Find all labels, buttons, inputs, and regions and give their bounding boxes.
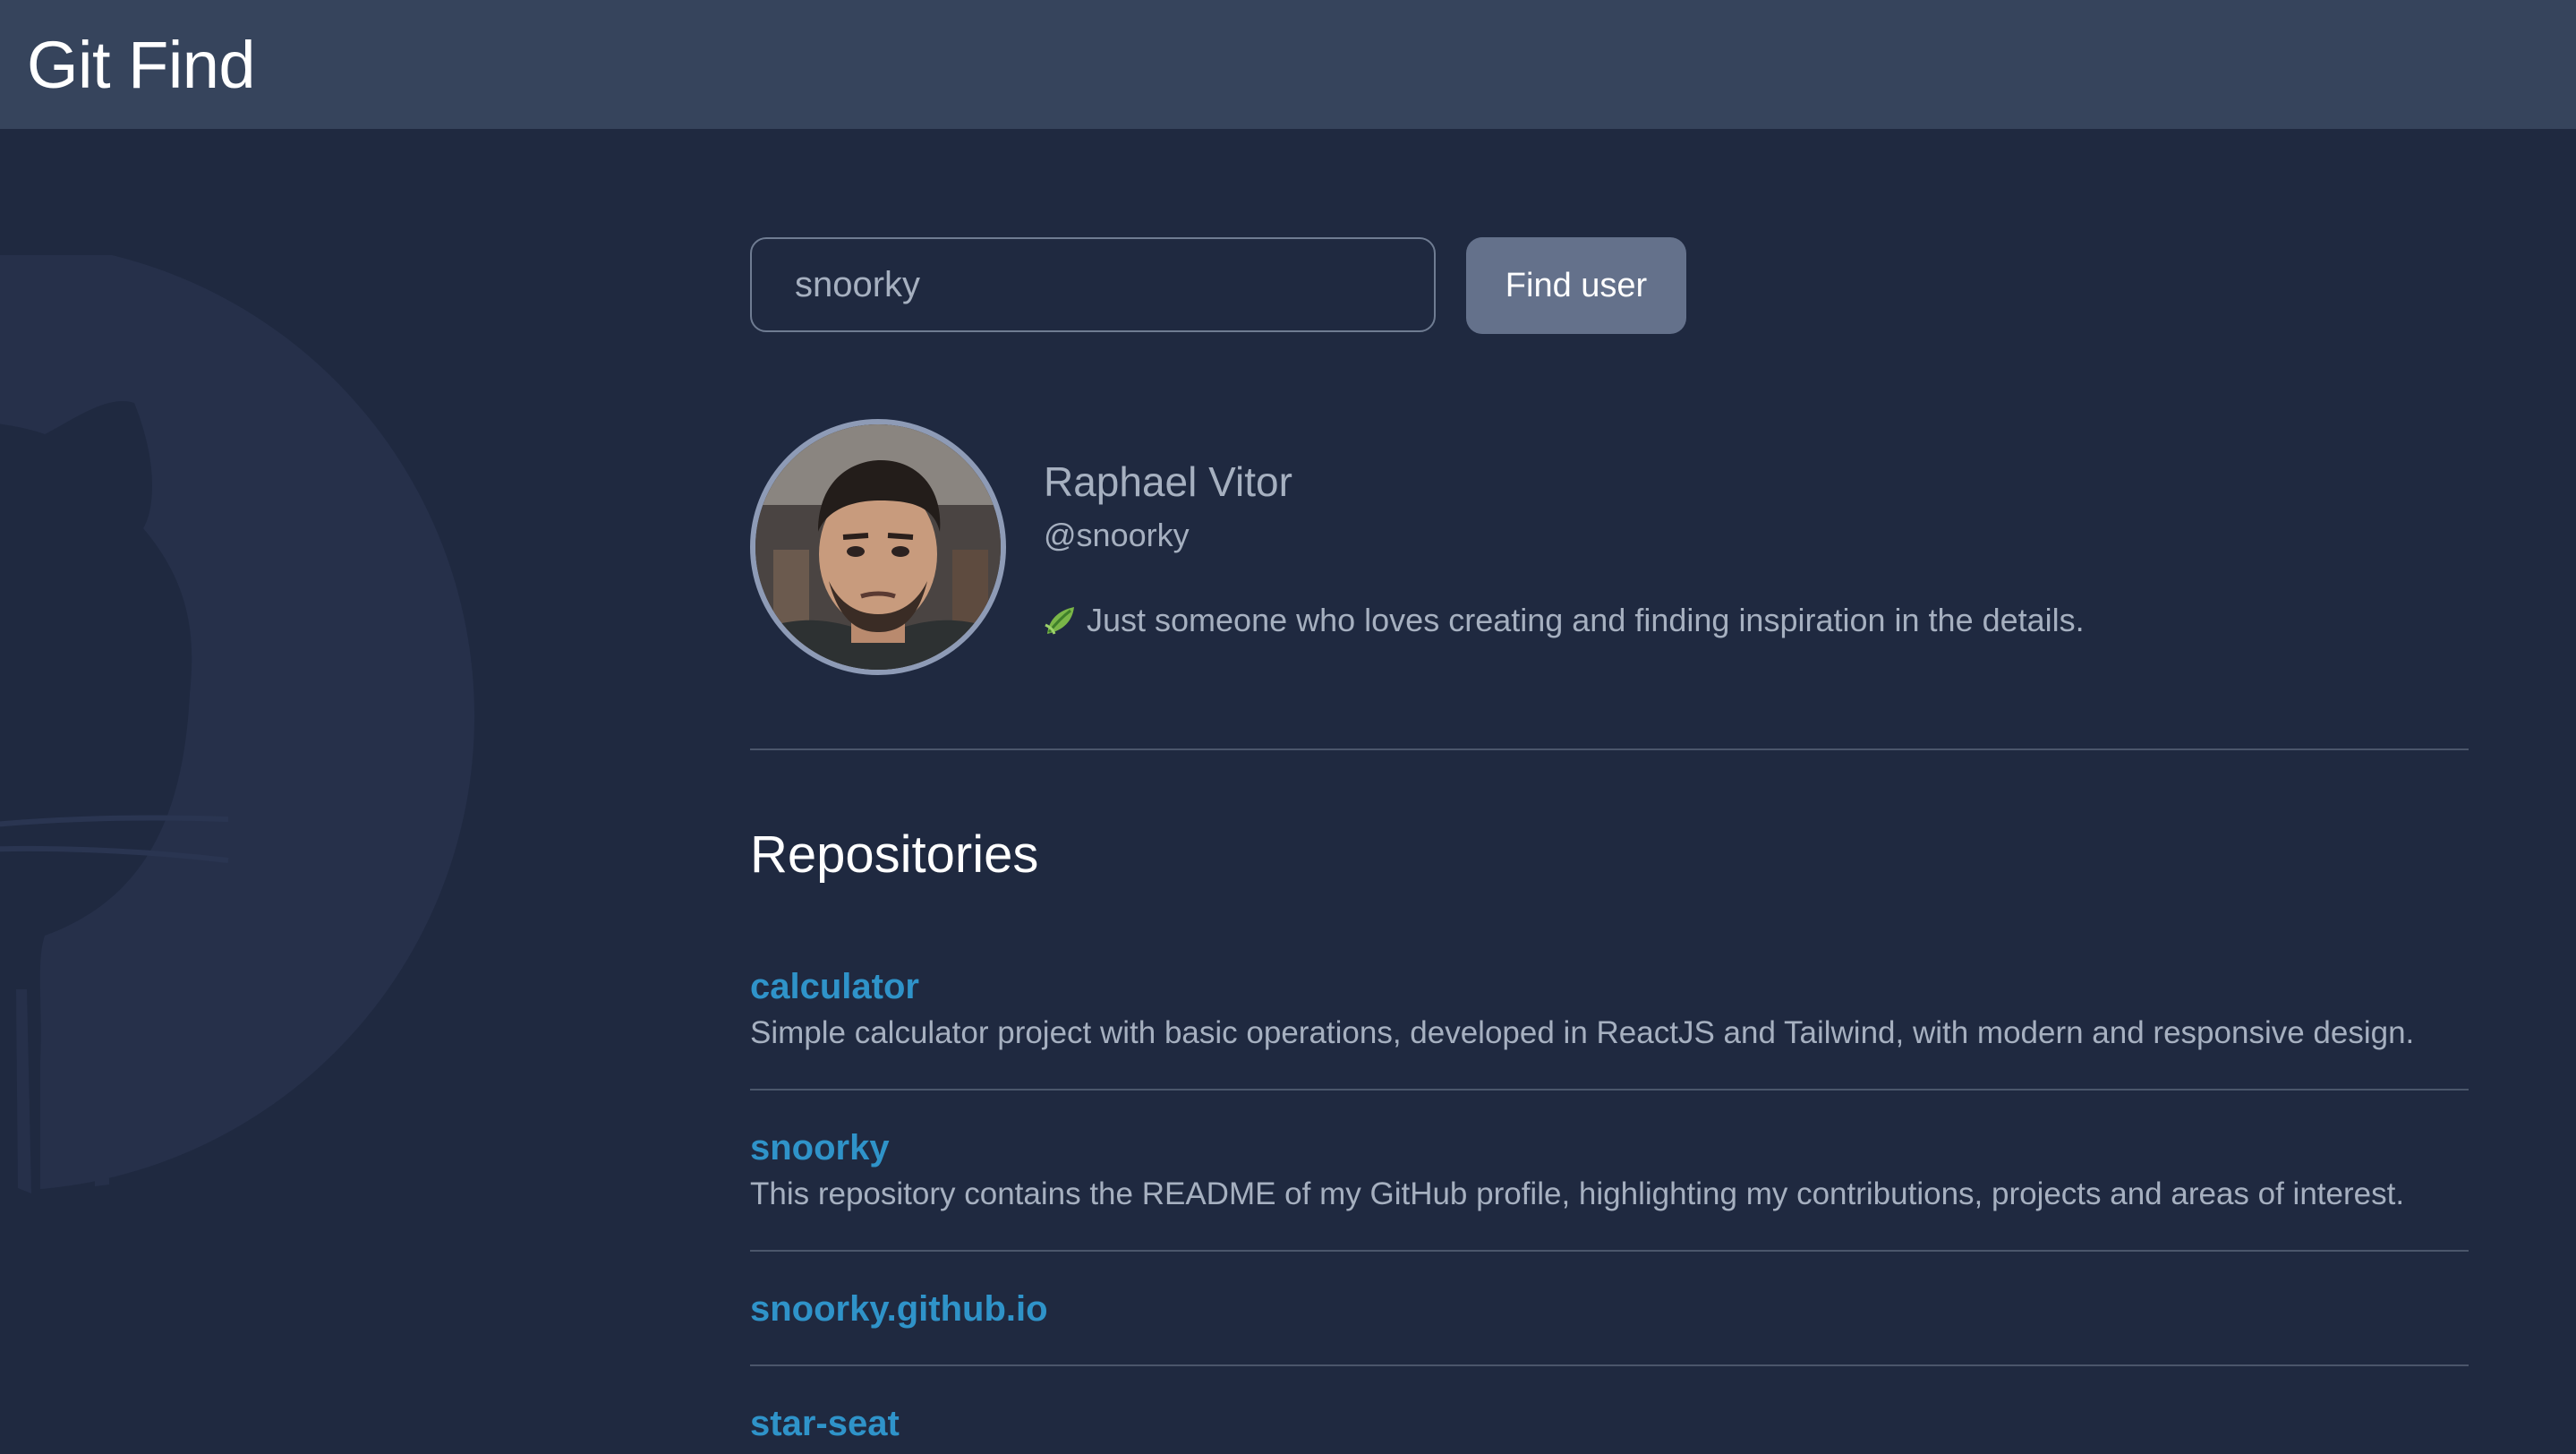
profile-name: Raphael Vitor [1044, 458, 1292, 505]
repository-link[interactable]: snoorky.github.io [750, 1286, 2469, 1332]
repository-link[interactable]: calculator [750, 963, 2469, 1010]
username-search-input[interactable] [750, 237, 1436, 332]
leaf-icon [1045, 607, 1074, 635]
profile-bio: Just someone who loves creating and find… [1044, 600, 2085, 641]
avatar [750, 419, 1006, 675]
find-user-button[interactable]: Find user [1466, 237, 1686, 334]
profile-bio-text: Just someone who loves creating and find… [1087, 602, 2085, 638]
repository-link[interactable]: star-seat [750, 1400, 2469, 1447]
repository-item: star-seat [750, 1390, 2469, 1454]
repository-description: Simple calculator project with basic ope… [750, 1015, 2415, 1050]
app-root: Git Find Find user Raphael Vitor @snoork… [0, 0, 2576, 1454]
repositories-heading: Repositories [750, 825, 1039, 884]
repository-item: snoorky This repository contains the REA… [750, 1114, 2469, 1252]
repository-item: snoorky.github.io [750, 1275, 2469, 1366]
profile-divider [750, 748, 2469, 750]
app-title: Git Find [27, 28, 256, 102]
profile-login: @snoorky [1044, 517, 1190, 553]
repository-list: calculator Simple calculator project wit… [750, 953, 2469, 1454]
repository-description: This repository contains the README of m… [750, 1176, 2405, 1211]
top-navbar: Git Find [0, 0, 2576, 129]
repository-link[interactable]: snoorky [750, 1125, 2469, 1171]
github-octocat-icon [0, 255, 474, 1240]
repository-item: calculator Simple calculator project wit… [750, 953, 2469, 1090]
